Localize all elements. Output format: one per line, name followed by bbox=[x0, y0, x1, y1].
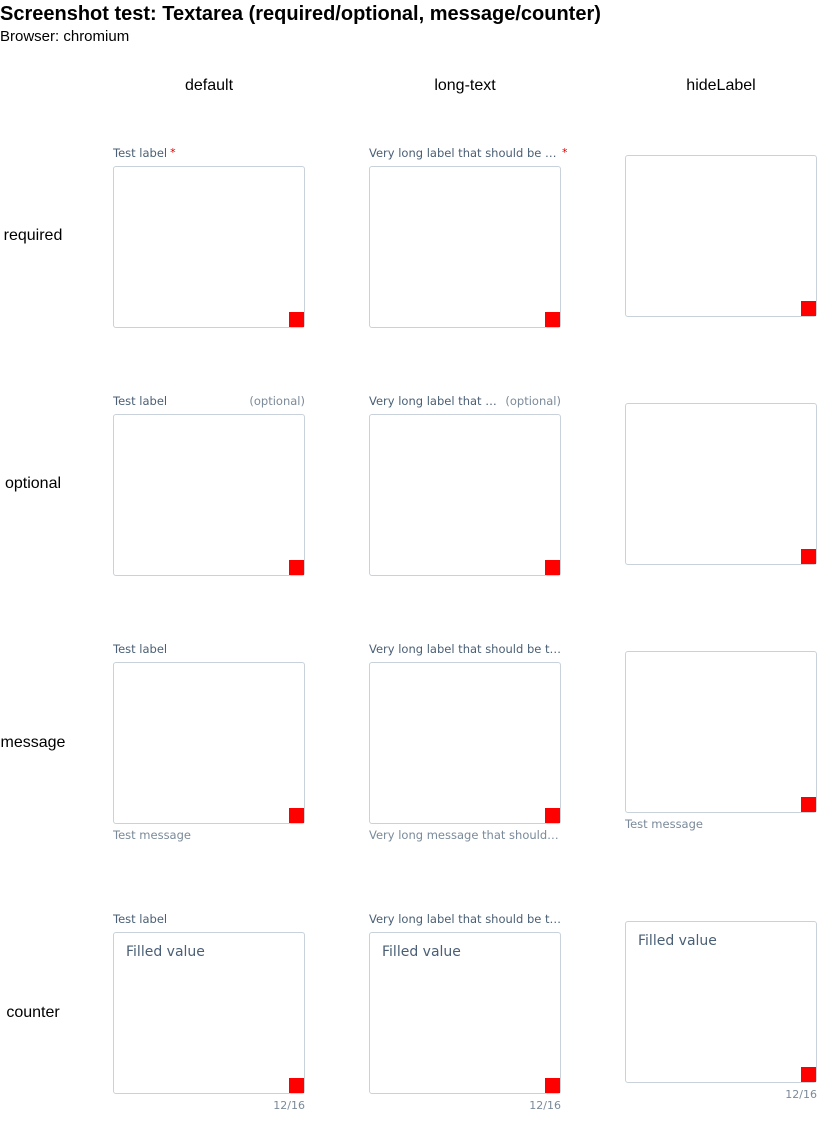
helper-message: Very long message that should b… bbox=[369, 828, 561, 842]
label-text: Test label bbox=[113, 912, 168, 926]
character-counter: 12/16 bbox=[529, 1099, 561, 1112]
label-text: Very long label that s… bbox=[369, 394, 499, 408]
label-text: Test label bbox=[113, 146, 168, 160]
resize-handle[interactable] bbox=[545, 560, 560, 575]
textarea-required-default[interactable] bbox=[113, 166, 305, 328]
character-counter: 12/16 bbox=[785, 1088, 817, 1101]
textarea-label: Test label bbox=[113, 912, 167, 926]
column-header-hidelabel: hideLabel bbox=[686, 77, 756, 94]
textarea-required-long-text[interactable] bbox=[369, 166, 561, 328]
label-text: Test label bbox=[113, 394, 168, 408]
textarea-message-long-text[interactable] bbox=[369, 662, 561, 824]
textarea-message-default[interactable] bbox=[113, 662, 305, 824]
resize-handle[interactable] bbox=[545, 1078, 560, 1093]
resize-handle[interactable] bbox=[545, 808, 560, 823]
textarea-value[interactable]: Filled value bbox=[126, 944, 205, 960]
helper-message: Test message bbox=[113, 828, 191, 842]
textarea-message-hidelabel[interactable] bbox=[625, 651, 817, 813]
resize-handle[interactable] bbox=[289, 312, 304, 327]
textarea-optional-default[interactable] bbox=[113, 414, 305, 576]
textarea-required-hidelabel[interactable] bbox=[625, 155, 817, 317]
page-title: Screenshot test: Textarea (required/opti… bbox=[0, 3, 601, 25]
textarea-value[interactable]: Filled value bbox=[638, 933, 717, 949]
label-text: Very long label that should be tru… bbox=[369, 912, 561, 926]
row-header-message: message bbox=[0, 734, 66, 751]
resize-handle[interactable] bbox=[545, 312, 560, 327]
browser-info: Browser: chromium bbox=[0, 28, 130, 45]
resize-handle[interactable] bbox=[289, 808, 304, 823]
textarea-label: Test label bbox=[113, 642, 167, 656]
resize-handle[interactable] bbox=[801, 301, 816, 316]
textarea-counter-hidelabel[interactable]: Filled value bbox=[625, 921, 817, 1083]
row-header-counter: counter bbox=[6, 1004, 60, 1021]
required-mark: * bbox=[562, 146, 568, 159]
resize-handle[interactable] bbox=[801, 549, 816, 564]
optional-mark: (optional) bbox=[249, 394, 305, 408]
textarea-optional-long-text[interactable] bbox=[369, 414, 561, 576]
resize-handle[interactable] bbox=[289, 1078, 304, 1093]
character-counter: 12/16 bbox=[273, 1099, 305, 1112]
textarea-label: Very long label that s… bbox=[369, 394, 499, 408]
textarea-label: Very long label that should be tru… bbox=[369, 912, 561, 926]
column-header-long-text: long-text bbox=[434, 77, 496, 94]
textarea-value[interactable]: Filled value bbox=[382, 944, 461, 960]
resize-handle[interactable] bbox=[801, 797, 816, 812]
textarea-label: Test label bbox=[113, 394, 167, 408]
resize-handle[interactable] bbox=[289, 560, 304, 575]
textarea-label: Test label * bbox=[113, 146, 176, 160]
label-text: Test label bbox=[113, 642, 168, 656]
textarea-label: Very long label that should be tr… * bbox=[369, 146, 568, 160]
label-text: Very long label that should be tr… bbox=[369, 146, 559, 160]
label-text: Very long label that should be tru… bbox=[369, 642, 561, 656]
required-mark: * bbox=[170, 146, 176, 159]
textarea-counter-long-text[interactable]: Filled value bbox=[369, 932, 561, 1094]
resize-handle[interactable] bbox=[801, 1067, 816, 1082]
row-header-optional: optional bbox=[4, 475, 62, 492]
column-header-default: default bbox=[184, 77, 234, 94]
textarea-label: Very long label that should be tru… bbox=[369, 642, 561, 656]
helper-message: Test message bbox=[625, 817, 703, 831]
textarea-optional-hidelabel[interactable] bbox=[625, 403, 817, 565]
optional-mark: (optional) bbox=[505, 394, 561, 408]
textarea-counter-default[interactable]: Filled value bbox=[113, 932, 305, 1094]
row-header-required: required bbox=[3, 227, 63, 244]
